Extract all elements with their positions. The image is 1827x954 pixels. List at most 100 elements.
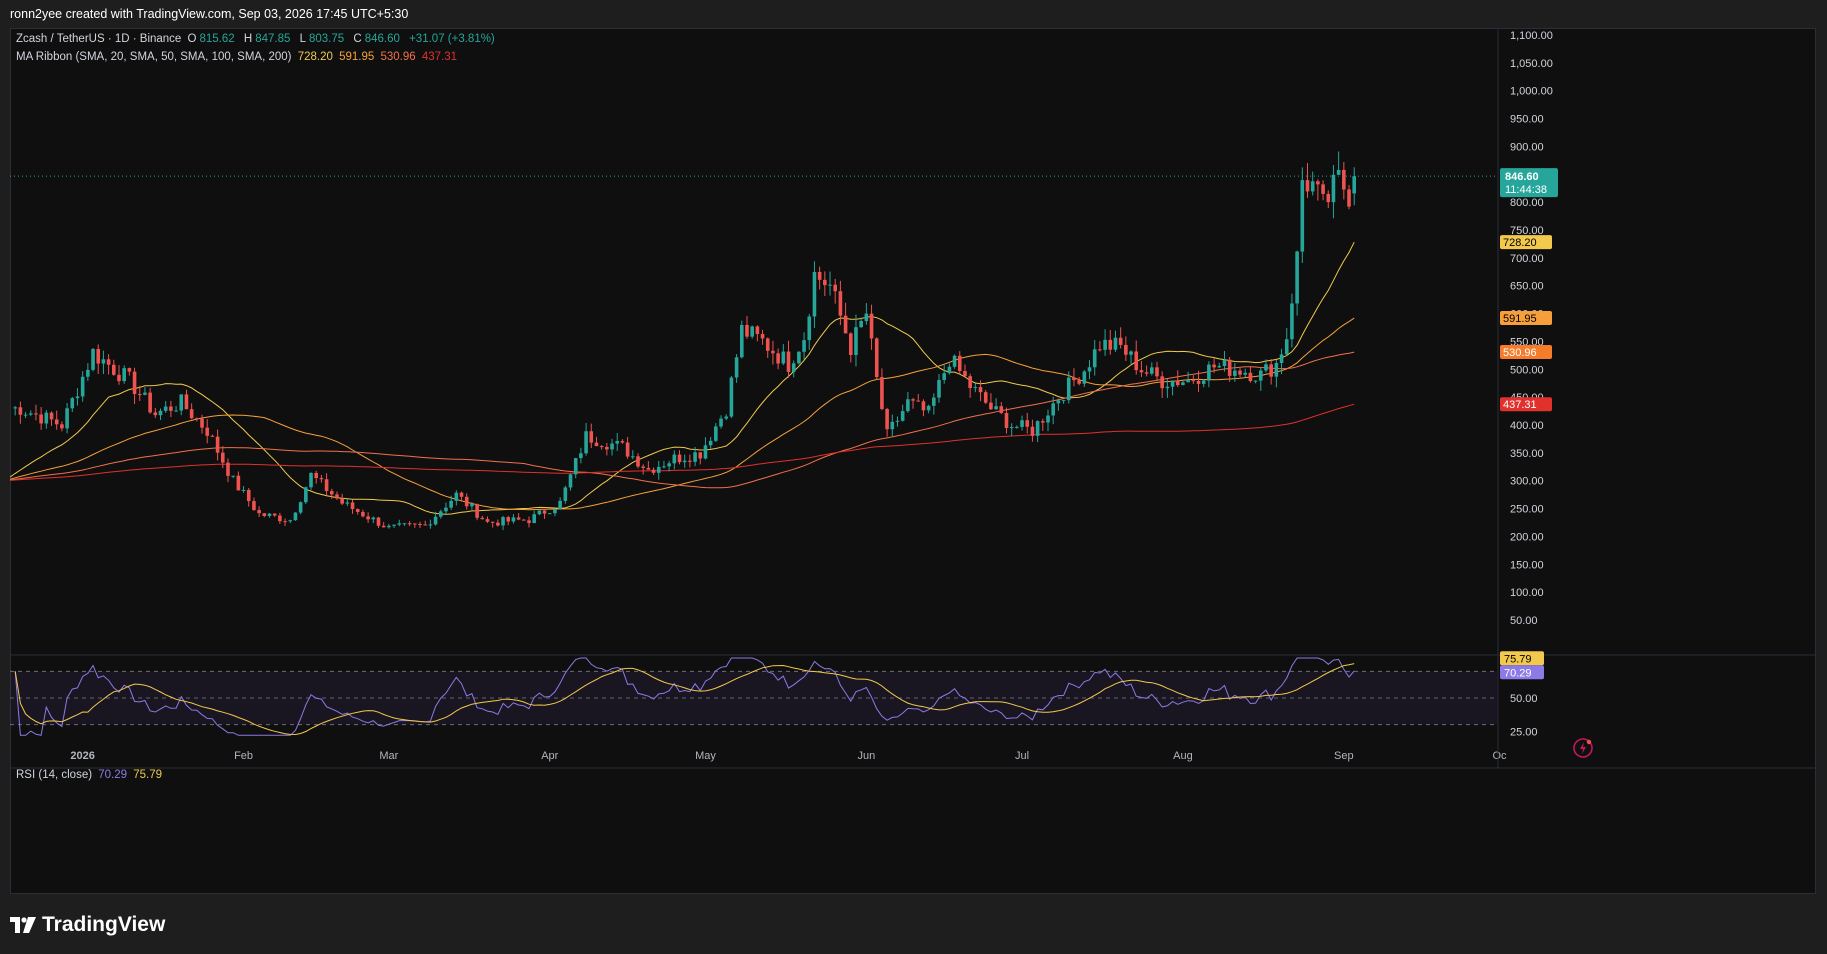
candle-body [496, 522, 500, 526]
candle-body [381, 525, 386, 528]
rsi-tick-label: 50.00 [1510, 693, 1538, 705]
candle-body [999, 406, 1004, 414]
candle-body [449, 500, 453, 508]
candle-body [895, 420, 900, 422]
y-tick-label: 250.00 [1510, 504, 1544, 516]
ma100-tag: 530.96 [1503, 347, 1537, 359]
candle-body [1035, 421, 1040, 436]
candle-body [132, 371, 137, 395]
candle-body [1233, 370, 1237, 376]
candle-body [631, 456, 635, 458]
candle-body [729, 377, 734, 417]
candle-body [703, 445, 708, 459]
candle-body [28, 413, 33, 415]
candle-body [506, 517, 511, 522]
candle-body [854, 327, 858, 355]
candle-body [511, 517, 516, 522]
ma50-value: 591.95 [339, 51, 375, 63]
candle-body [1300, 180, 1305, 252]
candle-body [117, 374, 121, 382]
candle-body [584, 431, 588, 454]
candle-body [698, 452, 703, 459]
candle-body [1279, 354, 1284, 363]
candle-body [1129, 351, 1133, 355]
candle-body [532, 514, 536, 524]
candle-body [547, 513, 552, 515]
candle-body [413, 523, 417, 525]
candle-body [1051, 403, 1055, 416]
candle-body [1103, 339, 1107, 350]
candle-body [470, 504, 474, 507]
candle-body [241, 489, 246, 491]
candle-body [75, 396, 80, 399]
candle-body [490, 521, 495, 523]
candle-body [1321, 184, 1325, 194]
candle-body [1046, 415, 1050, 423]
candle-body [874, 338, 879, 378]
candle-body [1092, 349, 1097, 368]
candle-body [812, 271, 817, 317]
candle-body [838, 291, 843, 316]
candle-body [70, 398, 75, 409]
y-tick-label: 950.00 [1510, 114, 1544, 126]
x-tick-label: May [695, 750, 716, 762]
candle-body [781, 351, 786, 364]
candle-body [1191, 380, 1196, 382]
candle-body [13, 407, 17, 409]
y-tick-label: 200.00 [1510, 531, 1544, 543]
candle-body [734, 357, 739, 378]
candle-body [579, 453, 583, 459]
candle-body [771, 350, 775, 354]
rsi-label[interactable]: RSI (14, close) [16, 769, 92, 781]
candle-body [96, 349, 101, 364]
candle-body [200, 418, 204, 428]
candle-body [1056, 400, 1061, 404]
candle-body [558, 500, 562, 510]
candle-body [983, 392, 988, 403]
lightning-alert-icon[interactable] [1572, 737, 1594, 759]
y-tick-label: 1,050.00 [1510, 58, 1553, 70]
candle-body [1150, 367, 1154, 374]
candle-body [1144, 372, 1149, 374]
rsi-legend: RSI (14, close) 70.29 75.79 [16, 769, 165, 781]
candle-body [1269, 364, 1273, 377]
candle-body [1207, 364, 1211, 381]
x-tick-label: Apr [541, 750, 558, 762]
y-tick-label: 500.00 [1510, 364, 1544, 376]
candle-body [906, 399, 910, 412]
candle-body [589, 431, 594, 443]
candle-body [625, 442, 630, 457]
candle-body [433, 516, 438, 525]
candle-body [148, 392, 152, 413]
candle-body [340, 498, 344, 504]
candle-body [869, 313, 874, 339]
candle-body [1342, 169, 1346, 190]
candle-body [1227, 359, 1232, 376]
candle-body [112, 364, 116, 375]
candle-body [791, 363, 796, 373]
candle-body [682, 460, 687, 463]
candle-body [304, 487, 308, 503]
candle-body [1015, 426, 1019, 428]
candle-body [464, 496, 469, 507]
candle-body [942, 373, 946, 380]
candle-body [257, 510, 261, 514]
candle-body [610, 443, 614, 450]
candle-body [1186, 380, 1190, 383]
ma-ribbon-label[interactable]: MA Ribbon (SMA, 20, SMA, 50, SMA, 100, S… [16, 51, 291, 63]
candle-body [656, 466, 661, 473]
candle-body [765, 338, 770, 351]
rsi-value: 70.29 [98, 769, 128, 781]
candle-body [371, 517, 376, 520]
y-tick-label: 100.00 [1510, 587, 1544, 599]
candle-body [65, 408, 69, 429]
candle-body [231, 475, 235, 477]
c-label: C 846.60 [353, 33, 400, 45]
price-chart[interactable]: 2026 Feb Mar Apr May Jun Jul Aug Sep Oc 1,100.00 1,… [10, 28, 1816, 894]
candle-body [594, 442, 599, 447]
candle-body [402, 523, 407, 525]
candle-body [428, 524, 433, 526]
ma20-value: 728.20 [297, 51, 333, 63]
candle-body [1170, 380, 1175, 387]
symbol-label[interactable]: Zcash / TetherUS · 1D · Binance [16, 33, 181, 45]
